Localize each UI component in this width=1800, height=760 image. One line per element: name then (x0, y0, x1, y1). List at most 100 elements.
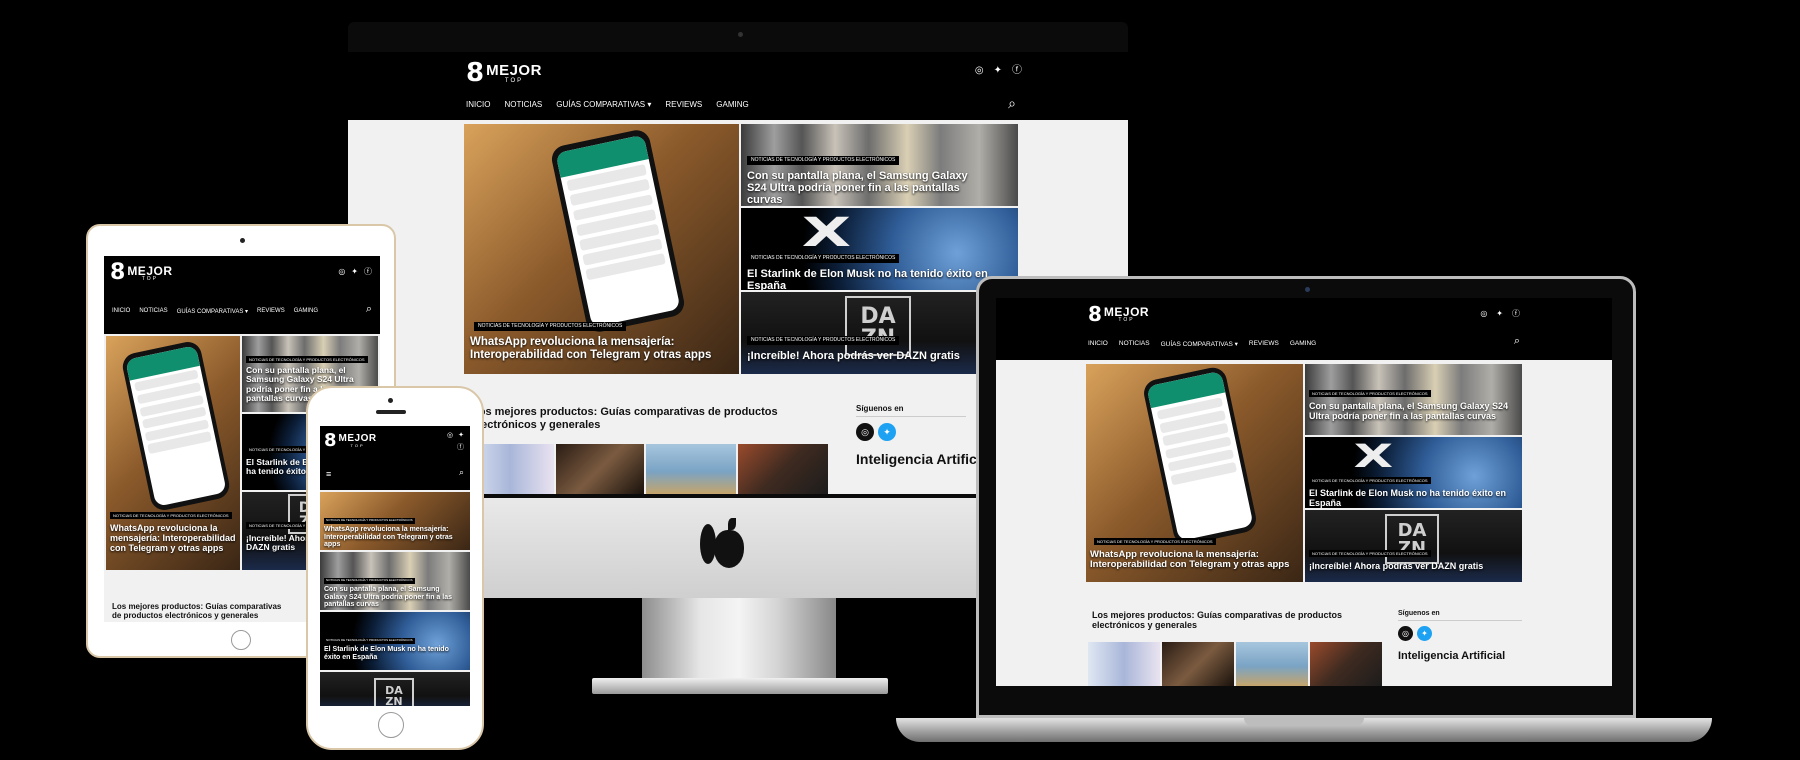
follow-label: Síguenos en (856, 404, 966, 417)
main-nav: INICIO NOTICIAS GUÍAS COMPARATIVAS ▾ REV… (466, 100, 749, 109)
article-title[interactable]: Con su pantalla plana, el Samsung Galaxy… (747, 170, 987, 206)
article-title[interactable]: WhatsApp revoluciona la mensajería: Inte… (324, 526, 464, 549)
article-title[interactable]: ¡Increíble! Ahora podrás ver DAZN gratis (747, 350, 1007, 362)
nav-gaming[interactable]: GAMING (1290, 340, 1316, 348)
thumb-drone[interactable] (646, 444, 736, 494)
apple-body (714, 530, 744, 568)
thumb-drone[interactable] (1236, 642, 1308, 686)
menu-icon[interactable]: ≡ (326, 470, 331, 479)
search-icon[interactable]: ⌕ (1514, 336, 1520, 347)
facebook-icon[interactable]: ⓕ (364, 268, 372, 276)
thumb-dj[interactable] (556, 444, 644, 494)
featured-grid: NOTICIAS DE TECNOLOGÍA Y PRODUCTOS ELECT… (464, 124, 1018, 374)
featured-article-whatsapp[interactable]: NOTICIAS DE TECNOLOGÍA Y PRODUCTOS ELECT… (1086, 364, 1303, 582)
search-icon[interactable]: ⌕ (459, 468, 464, 477)
nav-guias-comparativas[interactable]: GUÍAS COMPARATIVAS ▾ (177, 308, 248, 315)
article-starlink[interactable]: X NOTICIAS DE TECNOLOGÍA Y PRODUCTOS ELE… (741, 208, 1018, 290)
featured-list: NOTICIAS DE TECNOLOGÍA Y PRODUCTOS ELECT… (320, 492, 470, 706)
search-icon[interactable]: ⌕ (1008, 96, 1016, 110)
article-title[interactable]: WhatsApp revoluciona la mensajería: Inte… (110, 523, 236, 554)
article-title[interactable]: Con su pantalla plana, el Samsung Galaxy… (324, 586, 464, 609)
category-badge[interactable]: NOTICIAS DE TECNOLOGÍA Y PRODUCTOS ELECT… (110, 512, 232, 520)
category-badge[interactable]: NOTICIAS DE TECNOLOGÍA Y PRODUCTOS ELECT… (324, 518, 415, 524)
instagram-icon[interactable]: ◎ (856, 423, 874, 441)
instagram-icon[interactable]: ◎ (1480, 310, 1487, 318)
category-badge[interactable]: NOTICIAS DE TECNOLOGÍA Y PRODUCTOS ELECT… (1094, 538, 1216, 546)
search-icon[interactable]: ⌕ (366, 304, 372, 315)
category-badge[interactable]: NOTICIAS DE TECNOLOGÍA Y PRODUCTOS ELECT… (747, 336, 900, 345)
twitter-icon[interactable]: ✦ (1496, 310, 1503, 318)
featured-article-whatsapp[interactable]: NOTICIAS DE TECNOLOGÍA Y PRODUCTOS ELECT… (320, 492, 470, 550)
nav-guias-comparativas[interactable]: GUÍAS COMPARATIVAS ▾ (556, 100, 651, 109)
featured-article-whatsapp[interactable]: NOTICIAS DE TECNOLOGÍA Y PRODUCTOS ELECT… (106, 336, 240, 570)
site-header: 8 MEJOR TOP ◎ ✦ ⓕ ≡ ⌕ (320, 426, 470, 490)
category-badge[interactable]: NOTICIAS DE TECNOLOGÍA Y PRODUCTOS ELECT… (747, 254, 900, 263)
article-starlink[interactable]: NOTICIAS DE TECNOLOGÍA Y PRODUCTOS ELECT… (320, 612, 470, 670)
twitter-icon[interactable]: ✦ (351, 268, 358, 276)
logo-mark: 8 (110, 260, 126, 285)
article-title[interactable]: ¡Increíble! Ahora podrás ver DAZN gratis (1309, 561, 1515, 572)
article-starlink[interactable]: X NOTICIAS DE TECNOLOGÍA Y PRODUCTOS ELE… (1305, 437, 1522, 508)
site-logo[interactable]: 8 MEJOR TOP (466, 60, 542, 86)
thumb-dj[interactable] (1162, 642, 1234, 686)
nav-inicio[interactable]: INICIO (466, 100, 490, 109)
nav-noticias[interactable]: NOTICIAS (139, 308, 167, 315)
article-title[interactable]: Con su pantalla plana, el Samsung Galaxy… (1309, 401, 1509, 422)
instagram-icon[interactable]: ◎ (338, 268, 345, 276)
category-badge[interactable]: NOTICIAS DE TECNOLOGÍA Y PRODUCTOS ELECT… (324, 638, 415, 644)
site-header: 8 MEJOR TOP ◎ ✦ ⓕ INICIO NOTICIAS GUÍAS C… (348, 52, 1128, 120)
thumb-camera[interactable] (738, 444, 828, 494)
follow-label: Síguenos en (1398, 610, 1522, 621)
facebook-icon[interactable]: ⓕ (457, 444, 464, 451)
category-badge[interactable]: NOTICIAS DE TECNOLOGÍA Y PRODUCTOS ELECT… (1309, 477, 1431, 485)
article-title[interactable]: El Starlink de Elon Musk no ha tenido éx… (747, 268, 1007, 290)
facebook-icon[interactable]: ⓕ (1512, 310, 1520, 318)
article-title[interactable]: El Starlink de Elon Musk no ha tenido éx… (324, 646, 464, 661)
category-badge[interactable]: NOTICIAS DE TECNOLOGÍA Y PRODUCTOS ELECT… (1309, 550, 1431, 558)
category-badge[interactable]: NOTICIAS DE TECNOLOGÍA Y PRODUCTOS ELECT… (246, 356, 368, 364)
nav-gaming[interactable]: GAMING (294, 308, 318, 315)
site-logo[interactable]: 8 MEJOR TOP (324, 432, 377, 450)
dazn-logo: DA ZN (845, 296, 911, 356)
nav-gaming[interactable]: GAMING (716, 100, 748, 109)
instagram-icon[interactable]: ◎ (975, 66, 984, 76)
category-badge[interactable]: NOTICIAS DE TECNOLOGÍA Y PRODUCTOS ELECT… (474, 322, 627, 331)
facebook-icon[interactable]: ⓕ (1012, 66, 1022, 76)
article-samsung[interactable]: NOTICIAS DE TECNOLOGÍA Y PRODUCTOS ELECT… (1305, 364, 1522, 435)
featured-article-whatsapp[interactable]: NOTICIAS DE TECNOLOGÍA Y PRODUCTOS ELECT… (464, 124, 739, 374)
article-samsung[interactable]: NOTICIAS DE TECNOLOGÍA Y PRODUCTOS ELECT… (320, 552, 470, 610)
article-dazn[interactable]: DA ZN (320, 672, 470, 706)
article-title[interactable]: El Starlink de Elon Musk no ha tenido éx… (1309, 488, 1515, 508)
category-badge[interactable]: NOTICIAS DE TECNOLOGÍA Y PRODUCTOS ELECT… (1309, 390, 1431, 398)
thumb-phones[interactable] (1088, 642, 1160, 686)
nav-reviews[interactable]: REVIEWS (665, 100, 702, 109)
twitter-icon[interactable]: ✦ (1417, 626, 1432, 641)
category-badge[interactable]: NOTICIAS DE TECNOLOGÍA Y PRODUCTOS ELECT… (324, 578, 415, 584)
nav-inicio[interactable]: INICIO (1088, 340, 1108, 348)
laptop-site: 8 MEJOR TOP ◎ ✦ ⓕ INICIO NOTICIAS GUÍAS C… (996, 298, 1612, 686)
twitter-icon[interactable]: ✦ (878, 423, 896, 441)
macbook-camera (1305, 287, 1310, 292)
site-logo[interactable]: 8 MEJOR TOP (110, 262, 173, 284)
site-logo[interactable]: 8 MEJOR TOP (1088, 304, 1149, 324)
nav-guias-comparativas[interactable]: GUÍAS COMPARATIVAS ▾ (1161, 340, 1238, 348)
thumb-camera[interactable] (1310, 642, 1382, 686)
instagram-icon[interactable]: ◎ (1398, 626, 1413, 641)
macbook-notch (1244, 718, 1364, 726)
nav-reviews[interactable]: REVIEWS (1249, 340, 1279, 348)
phone-image (1141, 365, 1259, 547)
twitter-icon[interactable]: ✦ (994, 66, 1002, 76)
article-samsung[interactable]: NOTICIAS DE TECNOLOGÍA Y PRODUCTOS ELECT… (741, 124, 1018, 206)
nav-noticias[interactable]: NOTICIAS (504, 100, 542, 109)
category-badge[interactable]: NOTICIAS DE TECNOLOGÍA Y PRODUCTOS ELECT… (747, 156, 900, 165)
nav-noticias[interactable]: NOTICIAS (1119, 340, 1150, 348)
twitter-icon[interactable]: ✦ (458, 432, 464, 439)
nav-reviews[interactable]: REVIEWS (257, 308, 285, 315)
nav-inicio[interactable]: INICIO (112, 308, 130, 315)
instagram-icon[interactable]: ◎ (447, 432, 453, 439)
article-title[interactable]: WhatsApp revoluciona la mensajería: Inte… (1090, 549, 1298, 571)
iphone-home-button[interactable] (378, 712, 404, 738)
article-dazn[interactable]: DA ZN NOTICIAS DE TECNOLOGÍA Y PRODUCTOS… (1305, 510, 1522, 582)
ipad-home-button[interactable] (231, 630, 251, 650)
article-title[interactable]: WhatsApp revoluciona la mensajería: Inte… (470, 336, 732, 361)
